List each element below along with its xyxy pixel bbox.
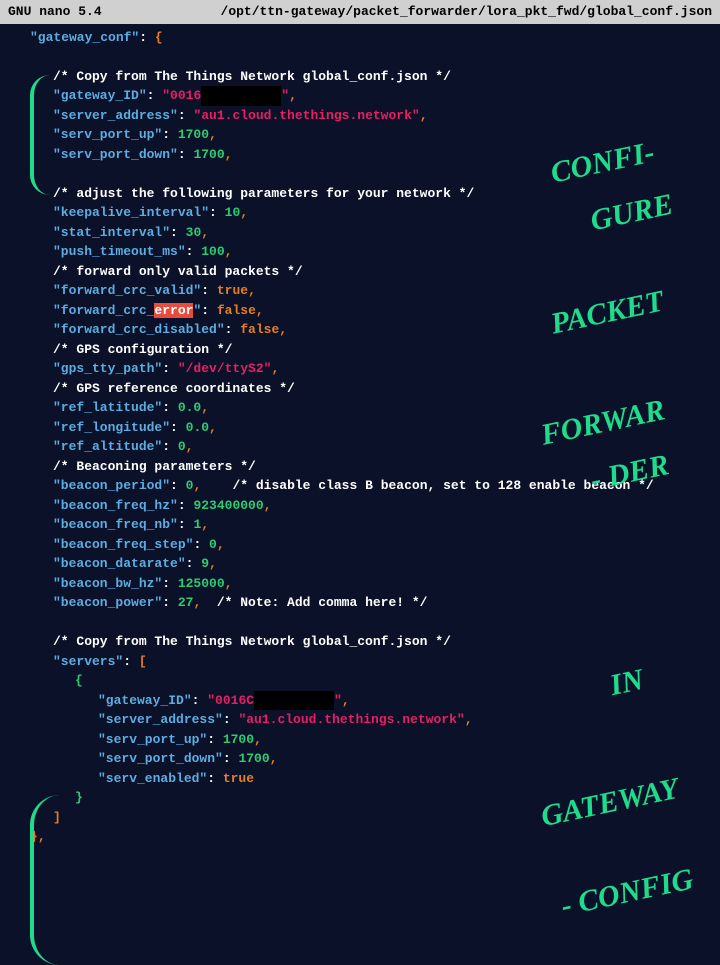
search-highlight: error (154, 303, 193, 318)
editor-content[interactable]: "gateway_conf": { /* Copy from The Thing… (0, 24, 720, 851)
comment-copy2: /* Copy from The Things Network global_c… (53, 634, 451, 649)
file-path: /opt/ttn-gateway/packet_forwarder/lora_p… (221, 2, 712, 22)
redacted-id2: x (254, 691, 334, 711)
redacted-id: x (201, 86, 281, 106)
comment-copy1: /* Copy from The Things Network global_c… (53, 69, 451, 84)
editor-name: GNU nano 5.4 (8, 2, 102, 22)
title-bar: GNU nano 5.4 /opt/ttn-gateway/packet_for… (0, 0, 720, 24)
gateway-conf-key: "gateway_conf" (30, 30, 139, 45)
handwritten-annotation: - CONFIG (557, 857, 698, 929)
